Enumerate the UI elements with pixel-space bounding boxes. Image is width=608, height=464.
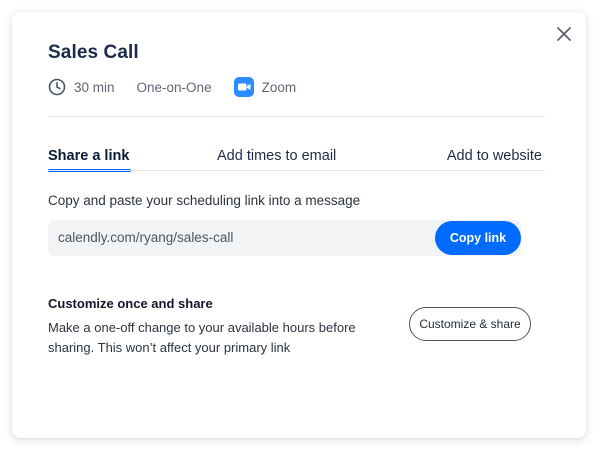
tab-add-to-website[interactable]: Add to website: [447, 148, 542, 164]
tab-add-times-to-email[interactable]: Add times to email: [217, 148, 336, 164]
divider: [48, 116, 545, 117]
customize-heading: Customize once and share: [48, 296, 213, 311]
event-location: Zoom: [261, 79, 297, 95]
share-tabs: Share a link Add times to email Add to w…: [48, 146, 545, 172]
share-modal: Sales Call 30 min One-on-One Zoom Share …: [12, 12, 586, 438]
scheduling-link-text[interactable]: calendly.com/ryang/sales-call: [58, 230, 233, 245]
event-type: One-on-One: [136, 79, 212, 95]
close-button[interactable]: [552, 22, 576, 46]
customize-description: Make a one-off change to your available …: [48, 320, 356, 355]
customize-share-button[interactable]: Customize & share: [409, 307, 531, 341]
tabs-divider: [48, 170, 545, 171]
event-duration: 30 min: [74, 79, 115, 95]
zoom-icon: [233, 77, 254, 97]
event-title: Sales Call: [48, 42, 139, 63]
clock-icon: [48, 78, 66, 96]
share-instructions: Copy and paste your scheduling link into…: [48, 193, 361, 208]
close-icon: [557, 27, 571, 41]
tab-share-link[interactable]: Share a link: [48, 148, 129, 164]
copy-link-button[interactable]: Copy link: [435, 221, 521, 255]
scheduling-link-field: calendly.com/ryang/sales-call Copy link: [48, 220, 521, 256]
event-meta: 30 min One-on-One Zoom: [48, 76, 296, 98]
